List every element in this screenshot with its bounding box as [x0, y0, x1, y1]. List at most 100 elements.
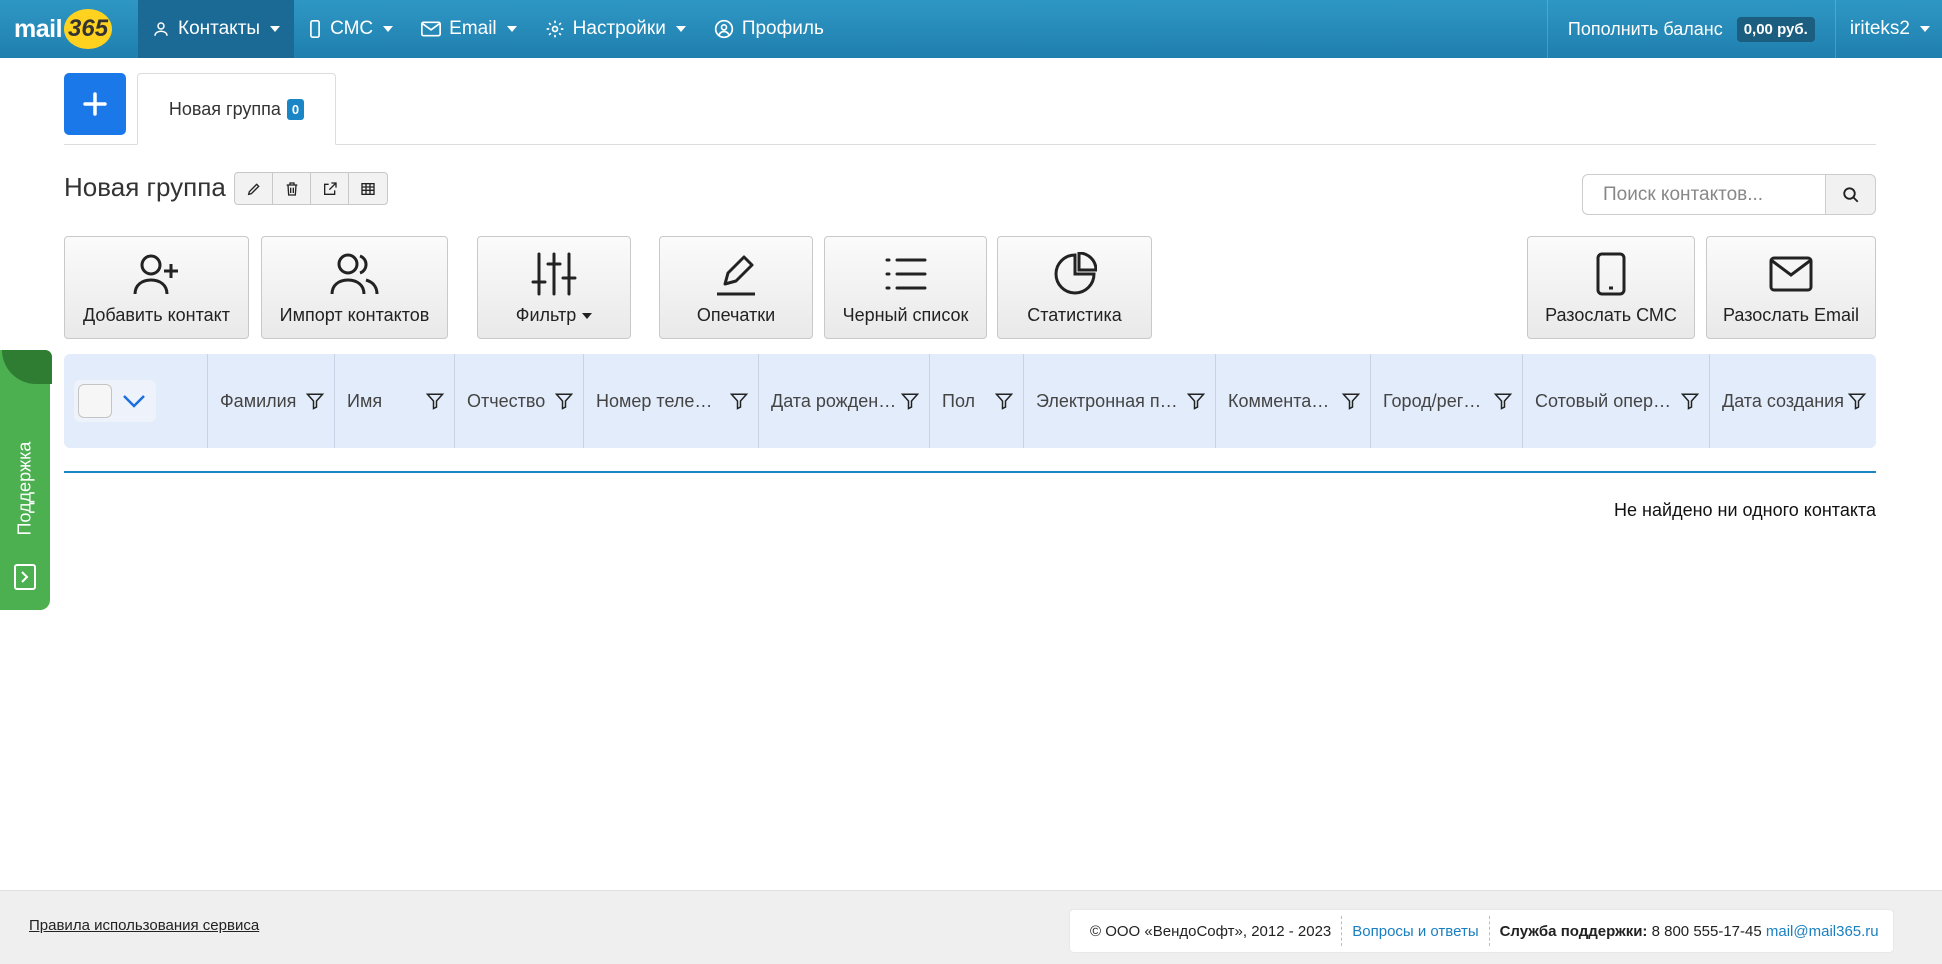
person-icon [152, 20, 170, 38]
filter-icon[interactable] [1494, 392, 1512, 410]
column-header-birthdate[interactable]: Дата рождения [759, 354, 930, 448]
filter-icon[interactable] [1681, 392, 1699, 410]
search-icon [1842, 186, 1858, 202]
tab-new-group[interactable]: Новая группа 0 [137, 73, 336, 145]
sliders-icon [531, 252, 577, 296]
service-rules-link[interactable]: Правила использования сервиса [29, 917, 259, 934]
users-icon [330, 253, 378, 295]
table-divider [64, 471, 1876, 473]
nav-email[interactable]: Email [407, 0, 531, 58]
add-user-icon [133, 254, 178, 295]
add-contact-button[interactable]: Добавить контакт [64, 236, 249, 339]
support-phone: 8 800 555-17-45 [1651, 922, 1762, 940]
support-side-tab[interactable]: Поддержка [0, 350, 52, 610]
filter-button[interactable]: Фильтр [477, 236, 631, 339]
chevron-down-icon[interactable] [122, 394, 146, 408]
statistics-label: Статистика [1027, 305, 1122, 325]
select-all-control [74, 380, 156, 422]
column-header-gender[interactable]: Пол [930, 354, 1024, 448]
nav-settings[interactable]: Настройки [531, 0, 700, 58]
typos-label: Опечатки [696, 305, 776, 325]
nav-contacts-label: Контакты [178, 18, 261, 39]
contact-search [1582, 174, 1876, 215]
column-header-lastname[interactable]: Фамилия [208, 354, 335, 448]
pie-chart-icon [1054, 252, 1097, 295]
nav-profile[interactable]: Профиль [700, 0, 838, 58]
nav-sms-label: СМС [330, 18, 374, 39]
column-header-created[interactable]: Дата создания [1710, 354, 1876, 448]
support-email-link[interactable]: mail@mail365.ru [1766, 923, 1879, 940]
logo-number: 365 [64, 9, 113, 49]
column-header-patronymic[interactable]: Отчество [455, 354, 584, 448]
filter-icon[interactable] [555, 392, 573, 410]
typos-button[interactable]: Опечатки [659, 236, 813, 339]
support-label: Поддержка [14, 441, 35, 536]
send-sms-button[interactable]: Разослать СМС [1527, 236, 1695, 339]
filter-icon[interactable] [995, 392, 1013, 410]
filter-icon[interactable] [901, 392, 919, 410]
logo[interactable]: mail 365 [0, 0, 138, 58]
envelope-icon [1769, 256, 1813, 292]
phone-icon [1596, 252, 1626, 296]
send-email-button[interactable]: Разослать Email [1706, 236, 1876, 339]
gear-icon [545, 19, 565, 39]
column-header-city[interactable]: Город/регион [1371, 354, 1523, 448]
tab-count-badge: 0 [286, 98, 305, 120]
empty-table-message: Не найдено ни одного контакта [1614, 500, 1876, 520]
filter-icon[interactable] [1187, 392, 1205, 410]
table-icon [361, 182, 375, 195]
nav-contacts[interactable]: Контакты [138, 0, 295, 58]
table-view-button[interactable] [349, 173, 387, 204]
column-header-comment[interactable]: Комментарий [1216, 354, 1371, 448]
column-header-phone[interactable]: Номер телефона [584, 354, 759, 448]
external-link-icon [323, 181, 337, 195]
edit-group-button[interactable] [235, 173, 273, 204]
blacklist-button[interactable]: Черный список [824, 236, 987, 339]
list-icon [885, 258, 926, 290]
balance-badge: 0,00 руб. [1736, 16, 1815, 42]
top-navbar: mail 365 Контакты СМС Email Настройки Пр… [0, 0, 1942, 58]
copyright-text: © ООО «ВендоСофт», 2012 - 2023 [1090, 922, 1332, 940]
select-all-checkbox[interactable] [78, 384, 112, 418]
filter-icon[interactable] [1342, 392, 1360, 410]
filter-icon[interactable] [730, 392, 748, 410]
footer-separator [1488, 916, 1490, 946]
nav-right: Пополнить баланс 0,00 руб. iriteks2 [1546, 0, 1942, 58]
filter-icon[interactable] [426, 392, 444, 410]
add-contact-label: Добавить контакт [83, 305, 230, 325]
import-contacts-button[interactable]: Импорт контактов [261, 236, 448, 339]
plus-icon [83, 92, 107, 116]
add-group-button[interactable] [64, 73, 126, 135]
chevron-down-icon [1920, 26, 1930, 32]
column-header-firstname[interactable]: Имя [335, 354, 455, 448]
chevron-down-icon [582, 312, 593, 319]
footer-info: © ООО «ВендоСофт», 2012 - 2023 Вопросы и… [1070, 910, 1893, 952]
group-title: Новая группа [64, 172, 226, 202]
search-button[interactable] [1826, 174, 1876, 215]
statistics-button[interactable]: Статистика [997, 236, 1152, 339]
top-up-balance-link[interactable]: Пополнить баланс 0,00 руб. [1546, 0, 1836, 58]
filter-icon[interactable] [306, 392, 324, 410]
search-input[interactable] [1582, 174, 1826, 215]
user-circle-icon [714, 19, 734, 39]
blacklist-label: Черный список [842, 305, 969, 325]
support-service-label: Служба поддержки: [1499, 922, 1648, 940]
send-email-label: Разослать Email [1722, 305, 1860, 325]
column-header-carrier[interactable]: Сотовый оператор [1523, 354, 1710, 448]
column-header-email[interactable]: Электронная почта [1024, 354, 1216, 448]
nav-sms[interactable]: СМС [294, 0, 407, 58]
chat-icon [14, 564, 36, 590]
tab-label: Новая группа [168, 98, 281, 119]
nav-settings-label: Настройки [572, 18, 666, 39]
filter-icon[interactable] [1848, 392, 1866, 410]
support-tab-curl [2, 350, 52, 384]
import-contacts-label: Импорт контактов [279, 305, 430, 325]
pencil-icon [717, 255, 755, 296]
export-group-button[interactable] [311, 173, 349, 204]
delete-group-button[interactable] [273, 173, 311, 204]
faq-link[interactable]: Вопросы и ответы [1352, 923, 1478, 940]
envelope-icon [421, 21, 442, 37]
phone-icon [308, 20, 322, 38]
user-menu[interactable]: iriteks2 [1836, 0, 1942, 58]
nav-profile-label: Профиль [741, 18, 824, 39]
